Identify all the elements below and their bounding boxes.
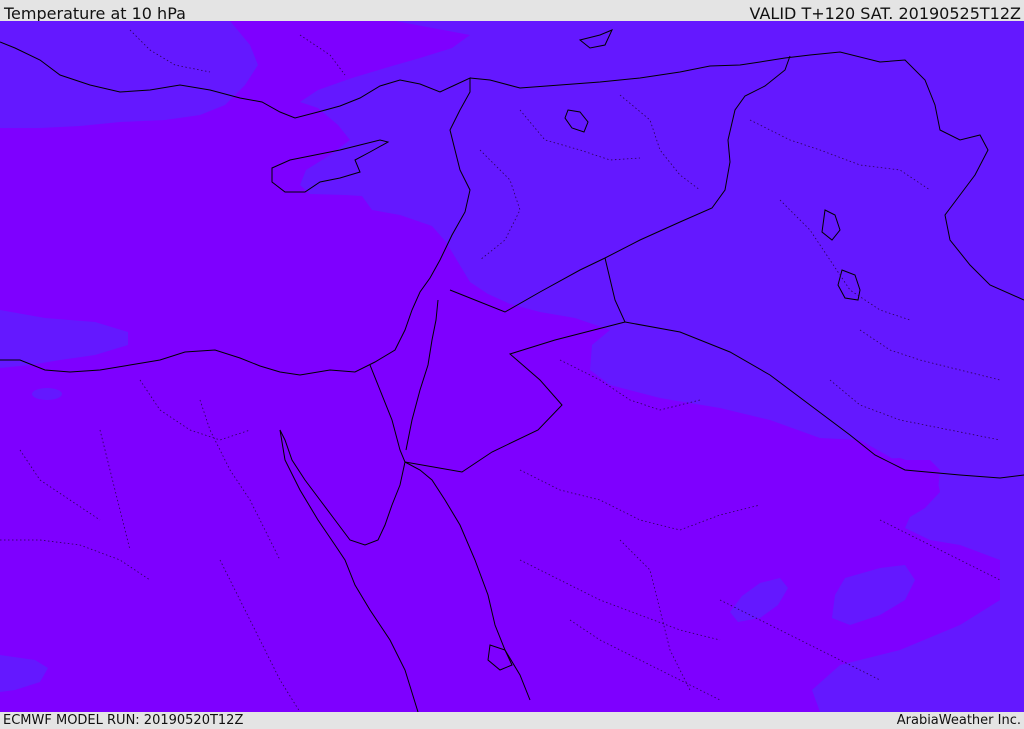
model-run-label: ECMWF MODEL RUN: 20190520T12Z: [3, 713, 244, 728]
footer-bar: ECMWF MODEL RUN: 20190520T12Z ArabiaWeat…: [0, 712, 1024, 729]
forecast-map: [0, 21, 1024, 712]
header-bar: Temperature at 10 hPa VALID T+120 SAT. 2…: [0, 0, 1024, 23]
credit-label: ArabiaWeather Inc.: [896, 713, 1021, 728]
temperature-band-cool-small: [32, 388, 62, 400]
